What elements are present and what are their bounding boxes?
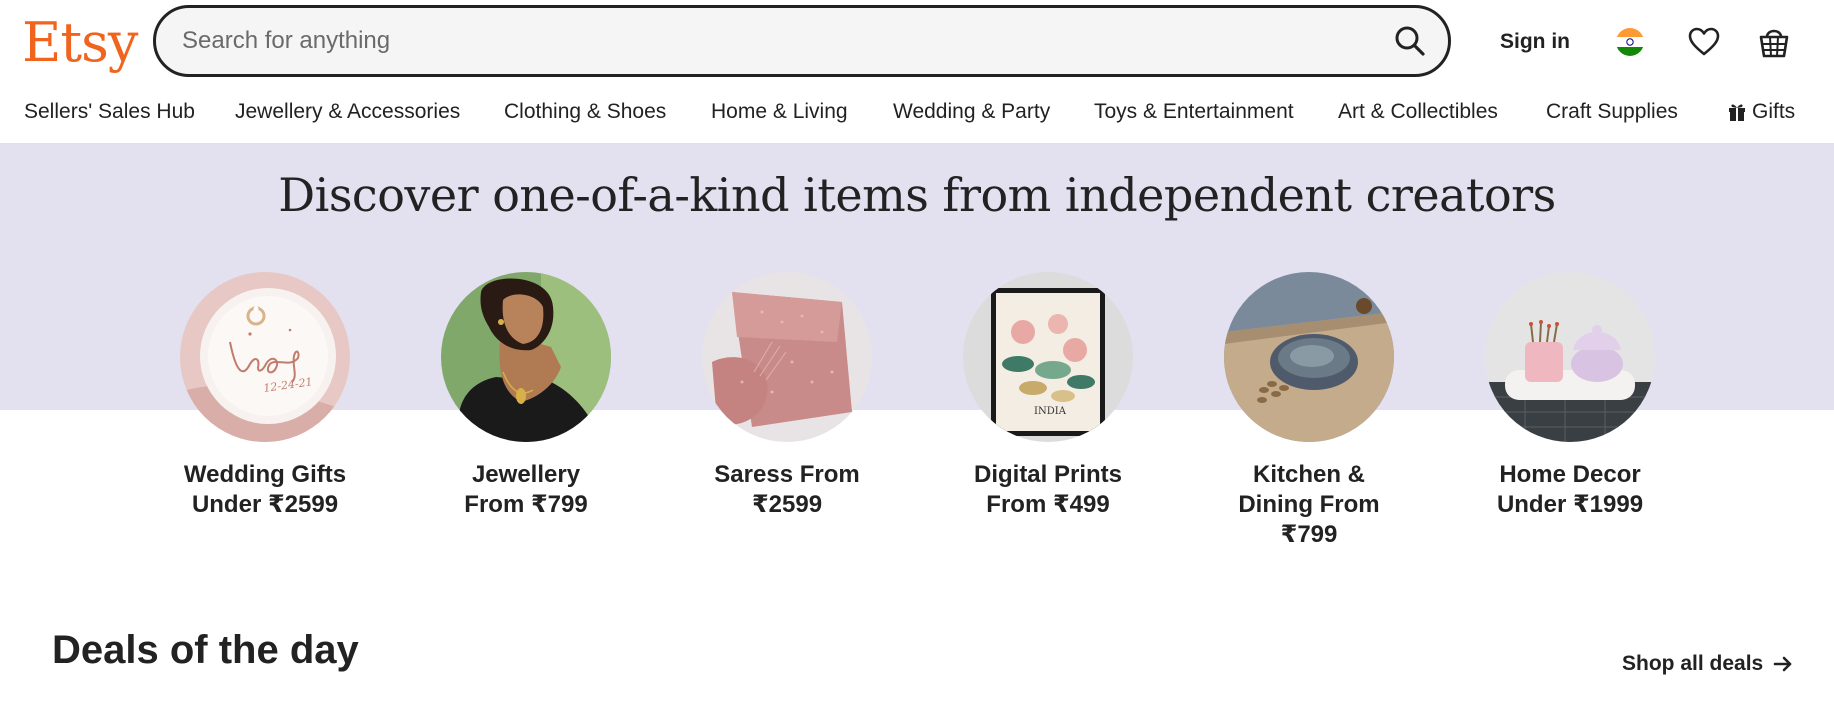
deals-title: Deals of the day [52,628,359,672]
nav-item-label: Gifts [1752,100,1796,123]
category-label-line3: ₹799 [1280,521,1338,548]
category-label: Home Decor Under ₹1999 [1450,460,1690,520]
nav-item-jewellery[interactable]: Jewellery & Accessories [235,100,460,124]
category-label-line2: From ₹499 [986,491,1110,518]
category-label-line1: Digital Prints [973,461,1123,488]
print-text: INDIA [1034,406,1067,417]
site-header: Etsy Sign in [0,0,1834,84]
arrow-right-icon [1773,656,1792,672]
country-flag-button[interactable] [1608,20,1652,64]
category-label-line2: Under ₹2599 [191,491,339,518]
category-label: Saress From ₹2599 [667,460,907,520]
nav-item-wedding-party[interactable]: Wedding & Party [893,100,1050,124]
gift-icon [1729,104,1745,121]
favorites-button[interactable] [1682,20,1726,64]
heart-icon [1688,27,1720,56]
category-label-line2: From ₹799 [464,491,588,518]
nav-item-sellers-sales-hub[interactable]: Sellers' Sales Hub [24,100,195,124]
category-label-line1: Kitchen & [1252,461,1365,488]
shop-all-deals-label: Shop all deals [1622,652,1764,675]
category-image [1224,272,1394,442]
category-jewellery[interactable]: Jewellery From ₹799 [406,272,646,520]
category-wedding-gifts[interactable]: 12-24-21 Wedding Gifts Under ₹2599 [145,272,385,520]
category-nav: Sellers' Sales Hub Jewellery & Accessori… [0,86,1834,144]
search-button[interactable] [1388,19,1432,63]
category-label: Digital Prints From ₹499 [928,460,1168,520]
nav-item-clothing[interactable]: Clothing & Shoes [504,100,666,124]
nav-item-craft-supplies[interactable]: Craft Supplies [1546,100,1678,124]
category-label-line1: Wedding Gifts [183,461,347,488]
category-label-line2: ₹2599 [751,491,823,518]
nav-item-gifts[interactable]: Gifts [1728,100,1795,124]
category-label: Jewellery From ₹799 [406,460,646,520]
category-home-decor[interactable]: Home Decor Under ₹1999 [1450,272,1690,520]
category-label: Wedding Gifts Under ₹2599 [145,460,385,520]
category-label-line2: Dining From [1238,491,1380,518]
category-kitchen-dining[interactable]: Kitchen & Dining From ₹799 [1189,272,1429,550]
sign-in-link[interactable]: Sign in [1480,24,1590,60]
category-image: INDIA [963,272,1133,442]
category-label-line1: Jewellery [471,461,581,488]
category-image [441,272,611,442]
category-image [702,272,872,442]
search-input[interactable] [182,22,1332,60]
category-label: Kitchen & Dining From ₹799 [1189,460,1429,550]
category-image [1485,272,1655,442]
category-digital-prints[interactable]: INDIA Digital Prints From ₹499 [928,272,1168,520]
category-label-line2: Under ₹1999 [1496,491,1644,518]
category-sarees[interactable]: Saress From ₹2599 [667,272,907,520]
hero-title: Discover one-of-a-kind items from indepe… [278,168,1556,222]
nav-item-art[interactable]: Art & Collectibles [1338,100,1498,124]
search-bar [153,5,1451,77]
category-label-line1: Saress From [714,461,860,488]
etsy-logo[interactable]: Etsy [22,6,138,80]
nav-item-home-living[interactable]: Home & Living [711,100,848,124]
category-label-line1: Home Decor [1499,461,1641,488]
india-flag-icon [1616,28,1644,56]
search-icon [1395,26,1425,56]
shop-all-deals-link[interactable]: Shop all deals [1622,652,1793,676]
nav-item-toys[interactable]: Toys & Entertainment [1094,100,1294,124]
basket-icon [1759,29,1789,58]
category-image: 12-24-21 [180,272,350,442]
cart-button[interactable] [1752,20,1796,64]
